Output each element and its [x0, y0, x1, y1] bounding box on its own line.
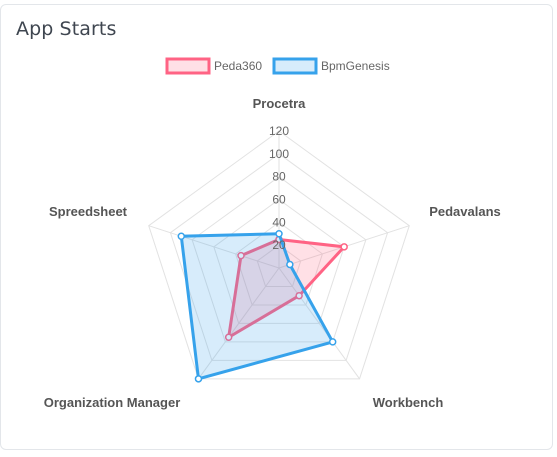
tick-label: 80 — [272, 170, 286, 184]
legend-label[interactable]: BpmGenesis — [321, 59, 390, 73]
axis-label: Procetra — [253, 96, 307, 111]
radar-chart: 20 40 60 80 100 120 Procetra Pedavalans Workbenc… — [44, 57, 501, 410]
legend-swatch[interactable] — [165, 57, 211, 75]
tick-label: 120 — [269, 124, 289, 138]
axis-label: Organization Manager — [44, 395, 181, 410]
axis-label: Workbench — [373, 395, 444, 410]
data-point[interactable] — [177, 232, 186, 240]
data-point[interactable] — [275, 230, 283, 238]
tick-label: 40 — [272, 215, 286, 229]
legend-swatch[interactable] — [272, 57, 318, 75]
tick-label: 60 — [272, 193, 286, 207]
legend-label[interactable]: Peda360 — [214, 59, 262, 73]
tick-label: 20 — [272, 238, 286, 252]
tick-label: 100 — [269, 147, 289, 161]
data-point[interactable] — [340, 243, 348, 251]
axis-label: Pedavalans — [429, 204, 501, 219]
data-point[interactable] — [328, 338, 337, 346]
data-point[interactable] — [286, 260, 294, 269]
axis-label: Spreedsheet — [49, 204, 128, 219]
data-point[interactable] — [194, 375, 203, 383]
